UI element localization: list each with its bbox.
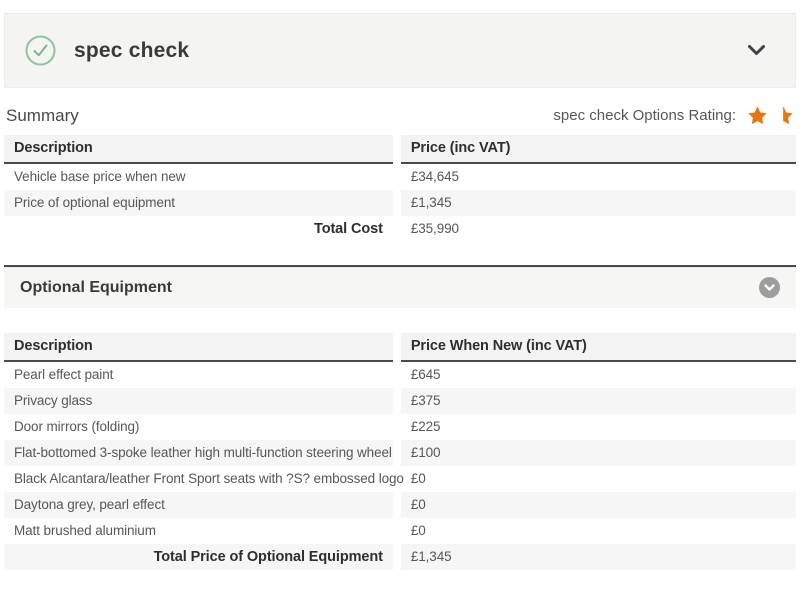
row-description: Price of optional equipment	[4, 190, 397, 216]
row-description: Flat-bottomed 3-spoke leather high multi…	[4, 440, 397, 466]
row-description: Vehicle base price when new	[4, 163, 397, 190]
row-price: £0	[397, 466, 796, 492]
total-value: £35,990	[397, 216, 796, 242]
table-row: Price of optional equipment £1,345	[4, 190, 796, 216]
table-row: Privacy glass £375	[4, 388, 796, 414]
row-price: £0	[397, 518, 796, 544]
table-row: Matt brushed aluminium £0	[4, 518, 796, 544]
row-price: £645	[397, 361, 796, 388]
row-description: Daytona grey, pearl effect	[4, 492, 397, 518]
star-full-icon	[747, 105, 768, 126]
total-label: Total Price of Optional Equipment	[4, 544, 397, 570]
star-half-icon	[773, 105, 794, 126]
column-header-description: Description	[4, 333, 397, 361]
optional-equipment-header[interactable]: Optional Equipment	[4, 265, 796, 308]
spec-check-panel: spec check Summary spec check Options Ra…	[0, 0, 800, 570]
total-label: Total Cost	[4, 216, 397, 242]
table-row: Black Alcantara/leather Front Sport seat…	[4, 466, 796, 492]
optional-equipment-table: Description Price When New (inc VAT) Pea…	[4, 333, 796, 570]
table-row: Vehicle base price when new £34,645	[4, 163, 796, 190]
check-circle-icon	[25, 35, 56, 66]
column-header-price: Price When New (inc VAT)	[397, 333, 796, 361]
spec-check-header[interactable]: spec check	[4, 13, 796, 88]
row-description: Door mirrors (folding)	[4, 414, 397, 440]
table-header-row: Description Price (inc VAT)	[4, 135, 796, 163]
row-price: £225	[397, 414, 796, 440]
row-price: £100	[397, 440, 796, 466]
summary-bar: Summary spec check Options Rating:	[6, 105, 794, 126]
column-header-price: Price (inc VAT)	[397, 135, 796, 163]
table-row: Daytona grey, pearl effect £0	[4, 492, 796, 518]
total-row: Total Price of Optional Equipment £1,345	[4, 544, 796, 570]
total-row: Total Cost £35,990	[4, 216, 796, 242]
row-price: £0	[397, 492, 796, 518]
rating-label: spec check Options Rating:	[553, 107, 736, 124]
row-price: £1,345	[397, 190, 796, 216]
row-description: Pearl effect paint	[4, 361, 397, 388]
table-header-row: Description Price When New (inc VAT)	[4, 333, 796, 361]
row-description: Privacy glass	[4, 388, 397, 414]
chevron-down-icon[interactable]	[748, 45, 765, 56]
column-header-description: Description	[4, 135, 397, 163]
row-description: Matt brushed aluminium	[4, 518, 397, 544]
row-price: £375	[397, 388, 796, 414]
total-value: £1,345	[397, 544, 796, 570]
summary-table: Description Price (inc VAT) Vehicle base…	[4, 135, 796, 242]
summary-title: Summary	[6, 106, 79, 126]
table-row: Door mirrors (folding) £225	[4, 414, 796, 440]
chevron-down-circle-icon[interactable]	[759, 277, 780, 298]
table-row: Flat-bottomed 3-spoke leather high multi…	[4, 440, 796, 466]
table-row: Pearl effect paint £645	[4, 361, 796, 388]
panel-title: spec check	[74, 39, 189, 63]
optional-equipment-title: Optional Equipment	[20, 279, 172, 297]
row-description: Black Alcantara/leather Front Sport seat…	[4, 466, 397, 492]
options-rating: spec check Options Rating:	[553, 105, 794, 126]
row-price: £34,645	[397, 163, 796, 190]
